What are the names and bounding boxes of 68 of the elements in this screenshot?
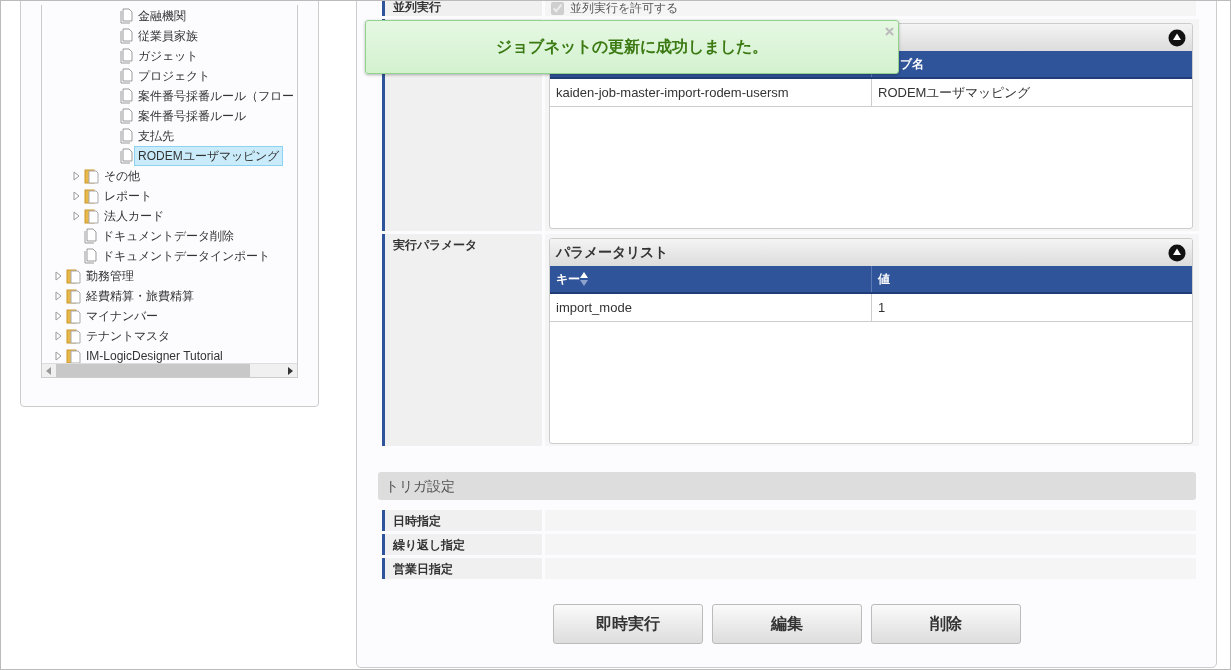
scroll-thumb[interactable] (56, 364, 250, 377)
expand-icon[interactable] (53, 351, 63, 361)
expand-icon[interactable] (71, 171, 81, 181)
tree-item[interactable]: RODEMユーザマッピング (134, 146, 283, 166)
folder-icon (66, 328, 82, 344)
table-cell: 1 (871, 294, 1192, 321)
collapse-icon[interactable] (1168, 243, 1186, 262)
field-label: 並列実行 (382, 1, 542, 16)
folder-icon (66, 288, 82, 304)
tree-item[interactable]: 案件番号採番ルール（フロー (134, 86, 297, 106)
tree-item[interactable]: マイナンバー (82, 306, 162, 326)
table-cell-text: kaiden-job-master-import-rodem-usersm (555, 83, 790, 102)
document-icon (120, 48, 134, 64)
checkbox-label: 並列実行を許可する (570, 1, 678, 17)
document-icon (84, 248, 98, 264)
expand-icon[interactable] (53, 271, 63, 281)
horizontal-scrollbar[interactable] (42, 363, 297, 377)
field-label: 繰り返し指定 (382, 534, 542, 555)
folder-icon (66, 268, 82, 284)
tree-item[interactable]: ガジェット (134, 46, 202, 66)
tree-item[interactable]: 金融機関 (134, 6, 190, 26)
document-icon (120, 128, 134, 144)
document-icon (120, 88, 134, 104)
document-icon (120, 68, 134, 84)
document-icon (120, 148, 134, 164)
tree-item[interactable]: 案件番号採番ルール (134, 106, 250, 126)
document-icon (120, 28, 134, 44)
tree-item[interactable]: レポート (100, 186, 156, 206)
close-icon[interactable] (885, 27, 894, 36)
action-button[interactable]: 編集 (711, 604, 862, 644)
action-button[interactable]: 即時実行 (552, 604, 703, 644)
table-cell: RODEMユーザマッピング (871, 79, 1192, 106)
expand-icon[interactable] (71, 211, 81, 221)
expand-icon[interactable] (53, 291, 63, 301)
action-button[interactable]: 削除 (870, 604, 1021, 644)
collapse-icon[interactable] (1168, 28, 1186, 47)
tree-item[interactable]: 法人カード (100, 206, 168, 226)
tree-item[interactable]: プロジェクト (134, 66, 214, 86)
tree-item[interactable]: ドキュメントデータ削除 (98, 226, 238, 246)
tree-item[interactable]: ドキュメントデータインポート (98, 246, 274, 266)
document-icon (120, 108, 134, 124)
folder-icon (66, 308, 82, 324)
tree-item[interactable]: その他 (100, 166, 144, 186)
document-icon (84, 228, 98, 244)
panel-title: パラメータリスト (556, 243, 668, 262)
field-label: 日時指定 (382, 510, 542, 531)
expand-icon[interactable] (53, 331, 63, 341)
tree-item[interactable]: 支払先 (134, 126, 178, 146)
column-header: 値 (871, 266, 1192, 292)
tree-item[interactable]: 経費精算・旅費精算 (82, 286, 198, 306)
folder-icon (84, 168, 100, 184)
table-cell-text: import_mode (555, 298, 633, 317)
sort-icon[interactable] (580, 272, 588, 286)
document-icon (120, 8, 134, 24)
field-label: 営業日指定 (382, 558, 542, 579)
column-header[interactable]: キー (550, 266, 871, 292)
folder-icon (66, 348, 82, 363)
toast-message: ジョブネットの更新に成功しました。 (496, 37, 768, 57)
tree-item[interactable]: IM-LogicDesigner Tutorial (82, 346, 227, 363)
folder-icon (84, 208, 100, 224)
field-label: 実行パラメータ (382, 234, 542, 446)
tree-item[interactable]: 勤務管理 (82, 266, 138, 286)
folder-icon (84, 188, 100, 204)
section-header: トリガ設定 (378, 472, 1196, 500)
tree-item[interactable]: 従業員家族 (134, 26, 202, 46)
tree-item[interactable]: テナントマスタ (82, 326, 174, 346)
expand-icon[interactable] (53, 311, 63, 321)
expand-icon[interactable] (71, 191, 81, 201)
